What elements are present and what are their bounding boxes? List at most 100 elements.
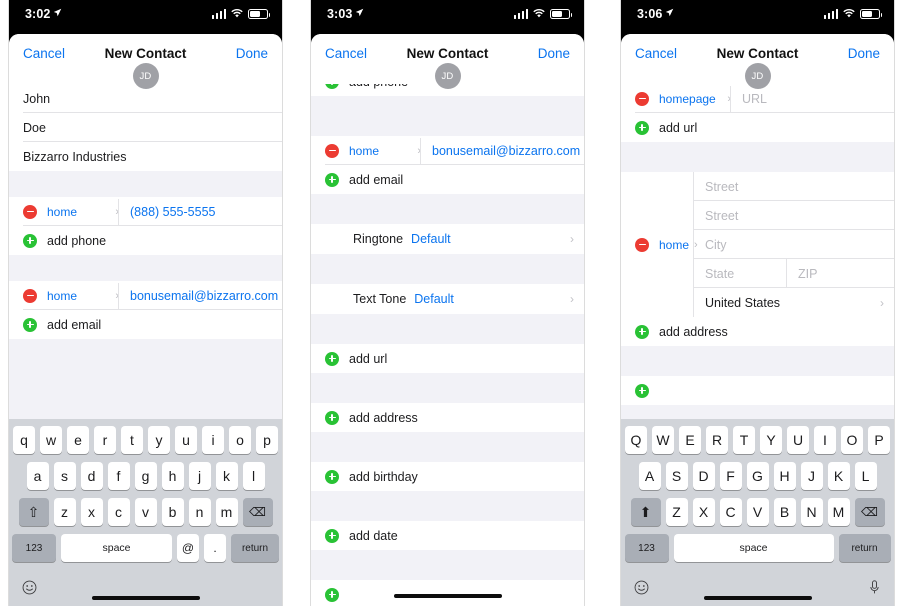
avatar[interactable]: JD xyxy=(744,63,771,89)
key-e[interactable]: E xyxy=(679,426,701,454)
key-u[interactable]: U xyxy=(787,426,809,454)
key-o[interactable]: o xyxy=(229,426,251,454)
return-key[interactable]: return xyxy=(838,534,891,562)
key-i[interactable]: I xyxy=(814,426,836,454)
key-r[interactable]: r xyxy=(94,426,116,454)
email-value-cell[interactable]: bonusemail@bizzarro.com xyxy=(421,144,584,158)
emoji-icon[interactable] xyxy=(22,580,37,597)
space-key[interactable]: space xyxy=(673,534,834,562)
add-address-icon[interactable] xyxy=(325,410,339,425)
street1-field[interactable]: Street xyxy=(694,172,894,201)
add-url-icon[interactable] xyxy=(325,351,339,366)
key-f[interactable]: F xyxy=(719,462,742,490)
add-phone-icon[interactable] xyxy=(325,84,339,89)
ringtone-row[interactable]: Ringtone Default › xyxy=(311,224,584,254)
key-s[interactable]: S xyxy=(665,462,688,490)
key-n[interactable]: n xyxy=(188,498,211,526)
state-field[interactable]: State xyxy=(694,259,787,288)
delete-key[interactable]: ⌫ xyxy=(854,498,885,526)
key-z[interactable]: Z xyxy=(665,498,688,526)
add-birthday-row[interactable]: add birthday xyxy=(311,462,584,491)
email-label-cell[interactable]: home › xyxy=(349,137,421,164)
key-t[interactable]: t xyxy=(121,426,143,454)
avatar[interactable]: JD xyxy=(434,63,461,89)
key-r[interactable]: R xyxy=(706,426,728,454)
url-label-cell[interactable]: homepage › xyxy=(659,85,731,112)
key-a[interactable]: a xyxy=(26,462,49,490)
contact-form-scroll[interactable]: add phone home › xyxy=(311,84,584,606)
key-e[interactable]: e xyxy=(67,426,89,454)
remove-email-icon[interactable] xyxy=(325,143,339,158)
microphone-icon[interactable] xyxy=(868,579,881,597)
country-field[interactable]: United States › xyxy=(694,288,894,317)
period-key[interactable]: . xyxy=(204,534,226,562)
key-w[interactable]: W xyxy=(652,426,674,454)
add-more-row-partial[interactable] xyxy=(311,580,584,606)
add-field-icon[interactable] xyxy=(635,383,649,398)
add-email-icon[interactable] xyxy=(325,172,339,187)
key-m[interactable]: m xyxy=(215,498,238,526)
address-label-cell[interactable]: home › xyxy=(621,172,698,317)
home-indicator[interactable] xyxy=(703,596,812,600)
return-key[interactable]: return xyxy=(231,534,279,562)
add-address-icon[interactable] xyxy=(635,324,649,339)
add-address-row[interactable]: add address xyxy=(311,403,584,432)
email-value-cell[interactable]: bonusemail@bizzarro.com ✕ xyxy=(119,289,282,303)
phone-value-cell[interactable]: (888) 555-5555 xyxy=(119,205,282,219)
key-a[interactable]: A xyxy=(638,462,661,490)
add-date-row[interactable]: add date xyxy=(311,521,584,550)
key-c[interactable]: c xyxy=(107,498,130,526)
key-d[interactable]: d xyxy=(80,462,103,490)
key-s[interactable]: s xyxy=(53,462,76,490)
key-h[interactable]: H xyxy=(773,462,796,490)
numbers-key[interactable]: 123 xyxy=(624,534,669,562)
key-p[interactable]: p xyxy=(256,426,278,454)
add-birthday-icon[interactable] xyxy=(325,469,339,484)
add-url-icon[interactable] xyxy=(635,120,649,135)
email-row[interactable]: home › bonusemail@bizzarro.com ✕ xyxy=(9,281,282,310)
key-y[interactable]: Y xyxy=(760,426,782,454)
key-x[interactable]: X xyxy=(692,498,715,526)
remove-email-icon[interactable] xyxy=(23,288,37,303)
add-phone-icon[interactable] xyxy=(23,233,37,248)
add-phone-row[interactable]: add phone xyxy=(9,226,282,255)
key-j[interactable]: j xyxy=(188,462,211,490)
last-name-field[interactable]: Doe xyxy=(9,113,282,142)
at-key[interactable]: @ xyxy=(177,534,199,562)
key-n[interactable]: N xyxy=(800,498,823,526)
key-p[interactable]: P xyxy=(868,426,890,454)
home-indicator[interactable] xyxy=(91,596,200,600)
delete-key[interactable]: ⌫ xyxy=(242,498,273,526)
key-m[interactable]: M xyxy=(827,498,850,526)
add-email-icon[interactable] xyxy=(23,317,37,332)
numbers-key[interactable]: 123 xyxy=(12,534,56,562)
key-i[interactable]: i xyxy=(202,426,224,454)
key-l[interactable]: l xyxy=(242,462,265,490)
add-url-row[interactable]: add url xyxy=(621,113,894,142)
phone-row[interactable]: home › (888) 555-5555 xyxy=(9,197,282,226)
city-field[interactable]: City xyxy=(694,230,894,259)
remove-address-icon[interactable] xyxy=(635,237,649,252)
key-g[interactable]: g xyxy=(134,462,157,490)
email-row[interactable]: home › bonusemail@bizzarro.com xyxy=(311,136,584,165)
key-c[interactable]: C xyxy=(719,498,742,526)
zip-field[interactable]: ZIP xyxy=(787,259,894,288)
add-date-icon[interactable] xyxy=(325,528,339,543)
key-t[interactable]: T xyxy=(733,426,755,454)
key-k[interactable]: k xyxy=(215,462,238,490)
shift-key[interactable]: ⬆ xyxy=(630,498,661,526)
key-l[interactable]: L xyxy=(854,462,877,490)
emoji-icon[interactable] xyxy=(634,580,649,597)
add-email-row[interactable]: add email xyxy=(9,310,282,339)
add-url-row[interactable]: add url xyxy=(311,344,584,373)
key-f[interactable]: f xyxy=(107,462,130,490)
key-y[interactable]: y xyxy=(148,426,170,454)
remove-phone-icon[interactable] xyxy=(23,204,37,219)
remove-url-icon[interactable] xyxy=(635,91,649,106)
add-address-row[interactable]: add address xyxy=(621,317,894,346)
next-field-row-partial[interactable] xyxy=(621,376,894,405)
key-d[interactable]: D xyxy=(692,462,715,490)
key-g[interactable]: G xyxy=(746,462,769,490)
key-q[interactable]: q xyxy=(13,426,35,454)
street2-field[interactable]: Street xyxy=(694,201,894,230)
